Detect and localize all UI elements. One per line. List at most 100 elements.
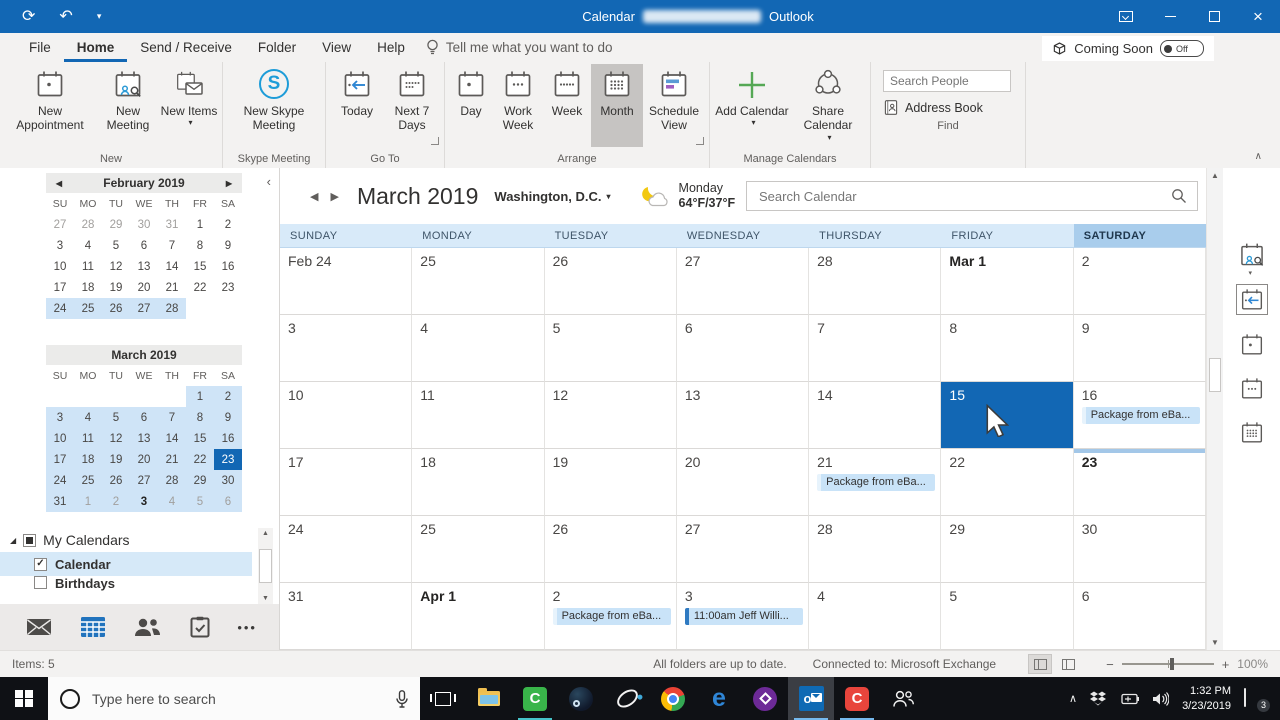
calendar-day-cell[interactable]: 20	[676, 449, 810, 516]
new-meeting-button[interactable]: New Meeting	[96, 64, 160, 147]
calendar-day-cell[interactable]: 3 11:00am Jeff Willi...	[676, 583, 810, 650]
calendar-day-cell[interactable]: 6	[1073, 583, 1206, 650]
mini-calendar-day[interactable]: 4	[74, 407, 102, 428]
scroll-down-icon[interactable]: ▼	[1211, 638, 1219, 647]
scrollbar-thumb[interactable]	[1209, 358, 1221, 392]
calendar-day-cell[interactable]: 22	[941, 449, 1074, 516]
mini-calendar-day[interactable]: 30	[214, 470, 242, 491]
arrange-dialog-launcher-icon[interactable]	[696, 137, 704, 145]
calendar-day-cell[interactable]: 6	[676, 315, 810, 382]
previous-month-icon[interactable]: ◀	[46, 179, 72, 188]
mini-calendar-day[interactable]: 24	[46, 470, 74, 491]
mini-calendar-day[interactable]: 6	[130, 235, 158, 256]
mini-calendar-day[interactable]: 5	[102, 407, 130, 428]
rail-day-view-button[interactable]	[1237, 330, 1267, 359]
search-people-input[interactable]	[883, 70, 1011, 92]
people-nav-button[interactable]	[130, 610, 164, 644]
mini-calendar-day[interactable]: 2	[214, 386, 242, 407]
ribbon-display-options-button[interactable]	[1104, 0, 1148, 33]
zoom-out-button[interactable]: −	[1106, 657, 1114, 672]
calendar-day-cell[interactable]: 13	[676, 382, 810, 449]
mini-calendar-day[interactable]: 3	[46, 235, 74, 256]
weather-widget[interactable]: Monday 64°F/37°F	[639, 181, 735, 212]
birthdays-list-item[interactable]: Birthdays	[0, 576, 252, 592]
expander-icon[interactable]: ◢	[10, 536, 16, 545]
minimize-folder-pane-icon[interactable]: ‹	[267, 174, 271, 189]
new-items-button[interactable]: New Items	[160, 64, 218, 147]
scroll-down-icon[interactable]: ▼	[262, 595, 269, 602]
mini-calendar-day[interactable]: 12	[102, 428, 130, 449]
mini-calendar-day[interactable]: 31	[158, 214, 186, 235]
calendar-event[interactable]: Package from eBa...	[817, 474, 936, 491]
mini-calendar-day[interactable]: 4	[158, 491, 186, 512]
tab-help[interactable]: Help	[364, 33, 418, 62]
search-icon[interactable]	[1171, 188, 1187, 204]
task-view-button[interactable]	[420, 677, 466, 720]
calendar-nav-button[interactable]	[76, 610, 110, 644]
mini-calendar-day[interactable]: 19	[102, 277, 130, 298]
rail-month-view-button[interactable]	[1237, 418, 1267, 447]
tab-folder[interactable]: Folder	[245, 33, 309, 62]
calendar-event[interactable]: Package from eBa...	[1081, 407, 1200, 424]
mini-calendar-day[interactable]: 7	[158, 407, 186, 428]
mini-calendar-day[interactable]: 24	[46, 298, 74, 319]
today-button[interactable]: Today	[330, 64, 384, 147]
mini-calendar-day[interactable]: 23	[214, 449, 242, 470]
chrome-button[interactable]	[650, 677, 696, 720]
calendar-checkbox[interactable]: ✓	[34, 557, 47, 571]
calendar-day-cell[interactable]: 2	[1073, 248, 1206, 315]
address-book-button[interactable]: Address Book	[883, 99, 983, 116]
mini-calendar-day[interactable]: 29	[102, 214, 130, 235]
mini-calendar-day[interactable]: 19	[102, 449, 130, 470]
mini-calendar-day[interactable]: 22	[186, 277, 214, 298]
mini-calendar-day[interactable]: 28	[158, 470, 186, 491]
mini-calendar-day[interactable]: 27	[130, 470, 158, 491]
speaker-icon[interactable]	[1152, 691, 1170, 706]
rail-today-button[interactable]	[1235, 284, 1268, 315]
mini-calendar-day[interactable]: 20	[130, 449, 158, 470]
snipping-tool-button[interactable]	[604, 677, 650, 720]
calendar-day-cell[interactable]: 5	[544, 315, 677, 382]
action-center-button[interactable]: 3	[1244, 687, 1270, 712]
my-calendars-header[interactable]: ◢ My Calendars	[0, 528, 279, 552]
more-options-icon[interactable]: •••	[237, 620, 257, 635]
my-calendars-checkbox[interactable]	[23, 533, 37, 547]
undo-icon[interactable]: ↶	[59, 8, 72, 25]
rail-week-view-button[interactable]	[1237, 374, 1267, 403]
mini-calendar-day[interactable]: 9	[214, 407, 242, 428]
mini-calendar-day[interactable]: 26	[102, 470, 130, 491]
mini-calendar-day[interactable]: 8	[186, 235, 214, 256]
camtasia-button[interactable]: C	[512, 677, 558, 720]
mini-calendar-day[interactable]: 14	[158, 428, 186, 449]
calendar-day-cell[interactable]: 11	[412, 382, 545, 449]
quick-access-customize-icon[interactable]: ▾	[97, 12, 102, 21]
calendar-day-cell[interactable]: 24	[280, 516, 413, 583]
minimize-button[interactable]	[1148, 0, 1192, 33]
mini-calendar-day[interactable]: 1	[186, 386, 214, 407]
mini-calendar-day[interactable]: 25	[74, 298, 102, 319]
show-hidden-icons-button[interactable]: ∧	[1069, 692, 1077, 705]
mini-calendar-day[interactable]: 15	[186, 256, 214, 277]
mini-calendar-day[interactable]: 12	[102, 256, 130, 277]
tasks-nav-button[interactable]	[183, 610, 217, 644]
calendar-day-cell[interactable]: 9	[1073, 315, 1206, 382]
calendar-day-cell[interactable]: 4	[809, 583, 942, 650]
coming-soon-control[interactable]: Coming Soon Off	[1042, 36, 1214, 61]
previous-appointment-icon[interactable]: ◀	[304, 186, 324, 207]
mini-calendar-day[interactable]: 21	[158, 277, 186, 298]
mini-calendar-day[interactable]: 16	[214, 428, 242, 449]
birthdays-checkbox[interactable]	[34, 576, 47, 589]
mini-calendar-day[interactable]: 10	[46, 428, 74, 449]
calendar-day-cell[interactable]: Feb 24	[280, 248, 413, 315]
mini-calendar-day[interactable]: 26	[102, 298, 130, 319]
new-skype-meeting-button[interactable]: S New Skype Meeting	[227, 64, 321, 147]
mini-calendar-day[interactable]: 31	[46, 491, 74, 512]
month-view-button[interactable]: Month	[591, 64, 643, 147]
mini-calendar-day[interactable]: 22	[186, 449, 214, 470]
weather-location-dropdown[interactable]: Washington, D.C.	[494, 189, 610, 204]
mini-calendar-day[interactable]: 5	[102, 235, 130, 256]
calendar-day-cell[interactable]: 14	[809, 382, 942, 449]
zoom-slider-thumb[interactable]	[1169, 658, 1174, 670]
mini-calendar-day[interactable]: 30	[130, 214, 158, 235]
calendar-day-cell[interactable]: 4	[412, 315, 545, 382]
